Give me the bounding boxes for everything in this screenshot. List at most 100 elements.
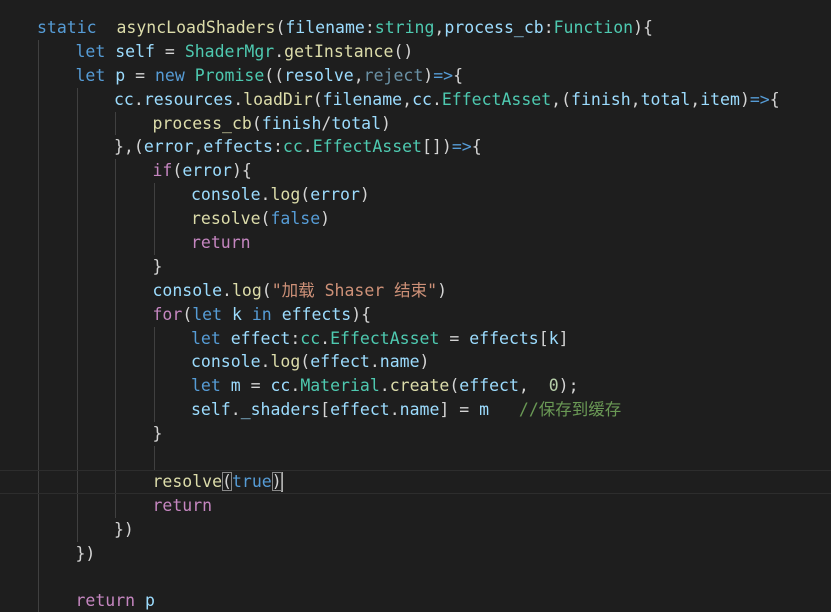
code-line[interactable]: console.log("加载 Shaser 结束") xyxy=(0,278,831,303)
indent-guide xyxy=(38,541,39,566)
indent-guide xyxy=(38,231,39,255)
code-line[interactable]: }) xyxy=(0,517,831,542)
code-line[interactable]: for(let k in effects){ xyxy=(0,302,831,327)
code-token: = xyxy=(439,328,470,348)
code-line[interactable]: process_cb(finish/total) xyxy=(0,111,831,136)
code-token: / xyxy=(321,113,332,133)
code-line-content: static asyncLoadShaders(filename:string,… xyxy=(37,18,653,37)
indent-guide xyxy=(76,422,78,447)
code-token: . xyxy=(431,89,442,109)
code-token: cc xyxy=(282,137,303,157)
code-line[interactable] xyxy=(0,565,831,590)
code-line[interactable]: return xyxy=(0,493,831,518)
code-line-content: let self = ShaderMgr.getInstance() xyxy=(76,42,414,61)
code-line[interactable]: if(error){ xyxy=(0,159,831,184)
code-line[interactable]: let effect:cc.EffectAsset = effects[k] xyxy=(0,326,831,351)
indent-guide xyxy=(115,302,116,327)
code-line-content: } xyxy=(153,257,163,276)
code-editor[interactable]: static asyncLoadShaders(filename:string,… xyxy=(0,0,831,612)
code-token: ) xyxy=(359,185,370,205)
code-line-content: }) xyxy=(114,520,134,539)
code-line[interactable]: return p xyxy=(0,589,831,612)
indent-guide xyxy=(76,111,78,136)
indent-guide xyxy=(38,63,39,88)
code-token: ( xyxy=(251,113,262,133)
code-token: total xyxy=(640,89,691,109)
code-token: ) xyxy=(320,209,331,229)
code-token: = xyxy=(155,41,185,61)
code-token: cc xyxy=(270,376,291,396)
code-token: ){ xyxy=(231,161,252,181)
code-line[interactable]: } xyxy=(0,422,831,447)
code-token: EffectAsset xyxy=(312,137,422,157)
code-line[interactable]: }) xyxy=(0,541,831,566)
code-token: ) xyxy=(437,280,448,300)
code-token: let xyxy=(75,41,106,61)
code-token: let xyxy=(191,376,221,396)
code-line[interactable]: } xyxy=(0,254,831,279)
code-token: [ xyxy=(538,328,549,348)
code-token: console xyxy=(191,185,261,205)
code-token: . xyxy=(260,185,271,205)
code-token: let xyxy=(192,304,223,324)
code-token: Material xyxy=(300,376,380,396)
code-line[interactable] xyxy=(0,446,831,470)
code-line[interactable]: resolve(true) xyxy=(0,469,831,494)
indent-guide xyxy=(76,350,78,375)
code-token: effect xyxy=(459,376,519,396)
code-line[interactable]: return xyxy=(0,231,831,255)
code-token: ( xyxy=(172,161,183,181)
code-token: ( xyxy=(182,304,193,324)
code-token: effect xyxy=(310,352,370,372)
code-line-content: self._shaders[effect.name] = m //保存到缓存 xyxy=(191,400,621,419)
code-line-content: let m = cc.Material.create(effect, 0); xyxy=(191,376,579,395)
indent-guide xyxy=(38,326,39,351)
indent-guide xyxy=(153,231,155,255)
code-line[interactable]: resolve(false) xyxy=(0,207,831,232)
code-token: ( xyxy=(260,209,271,229)
code-token: , xyxy=(193,137,204,157)
indent-guide xyxy=(38,278,39,303)
code-line[interactable]: console.log(error) xyxy=(0,183,831,208)
code-token: ] = xyxy=(439,400,480,420)
code-line[interactable]: },(error,effects:cc.EffectAsset[])=>{ xyxy=(0,135,831,160)
code-token: ) xyxy=(419,352,430,372)
code-line[interactable]: console.log(effect.name) xyxy=(0,350,831,375)
code-line[interactable]: let p = new Promise((resolve,reject)=>{ xyxy=(0,63,831,88)
code-token: true xyxy=(231,471,272,491)
code-token: ( xyxy=(449,376,460,396)
indent-guide xyxy=(38,254,39,279)
code-token: total xyxy=(331,113,381,133)
code-token: ( xyxy=(261,280,272,300)
code-token: },( xyxy=(114,137,144,157)
code-line-content: console.log(effect.name) xyxy=(191,352,429,371)
code-line-content: let p = new Promise((resolve,reject)=>{ xyxy=(76,66,464,85)
code-token: => xyxy=(451,137,472,157)
indent-guide xyxy=(115,254,116,279)
indent-guide xyxy=(76,183,78,208)
code-line[interactable]: static asyncLoadShaders(filename:string,… xyxy=(0,16,831,40)
code-token: return xyxy=(191,233,251,253)
indent-guide xyxy=(153,374,155,399)
indent-guide xyxy=(38,589,39,612)
code-token: k xyxy=(232,304,242,324)
code-line[interactable]: self._shaders[effect.name] = m //保存到缓存 xyxy=(0,398,831,423)
code-token: new xyxy=(155,65,185,85)
code-token: let xyxy=(191,328,221,348)
indent-guide xyxy=(76,326,78,351)
code-area[interactable]: static asyncLoadShaders(filename:string,… xyxy=(0,16,831,612)
indent-guide xyxy=(38,302,39,327)
code-token: item xyxy=(700,89,740,109)
code-token: (( xyxy=(264,65,285,85)
code-token: } xyxy=(152,424,163,444)
code-token: Promise xyxy=(194,65,265,85)
indent-guide xyxy=(153,183,155,208)
indent-guide xyxy=(153,207,155,232)
code-line[interactable]: let m = cc.Material.create(effect, 0); xyxy=(0,374,831,399)
code-token: return xyxy=(152,495,213,515)
code-line[interactable]: cc.resources.loadDir(filename,cc.EffectA… xyxy=(0,87,831,112)
code-line[interactable]: let self = ShaderMgr.getInstance() xyxy=(0,39,831,64)
code-token: . xyxy=(290,376,301,396)
